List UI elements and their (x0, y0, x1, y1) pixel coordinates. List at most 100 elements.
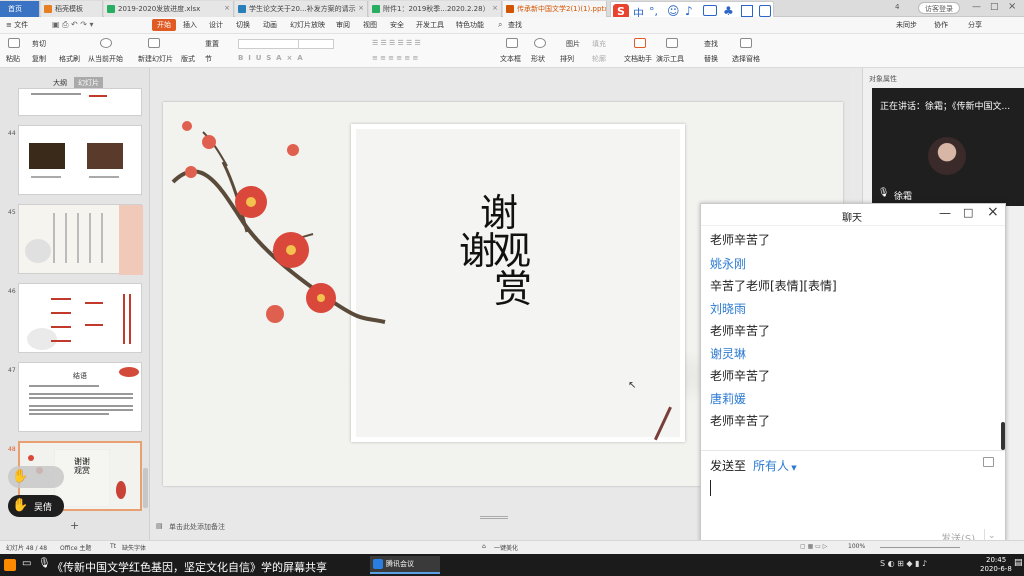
notes-splitter[interactable] (480, 516, 508, 519)
voice-icon[interactable]: ♪ (685, 4, 693, 18)
picture-button[interactable]: 图片 (566, 39, 580, 49)
present-tools-button[interactable]: 演示工具 (656, 54, 684, 64)
tab-docer[interactable]: 稻壳模板 (41, 1, 103, 17)
maximize-icon[interactable]: □ (963, 206, 973, 219)
close-icon[interactable]: × (358, 4, 364, 12)
layout-button[interactable]: 版式 (181, 54, 195, 64)
beautify-button[interactable]: 一键美化 (494, 543, 518, 552)
raise-hand-indicator[interactable]: ✋ (8, 466, 64, 488)
slide-title-line1[interactable]: 谢 (480, 194, 518, 232)
tab-pptx-active[interactable]: 传承新中国文学2(1)(1).pptx (503, 1, 607, 17)
present-tools-icon[interactable] (666, 38, 678, 48)
menu-review[interactable]: 审阅 (336, 20, 350, 30)
screenshot-icon[interactable] (983, 457, 994, 467)
textbox-icon[interactable] (506, 38, 518, 48)
outline-button[interactable]: 轮廓 (592, 54, 606, 64)
close-icon[interactable]: × (224, 4, 230, 12)
close-icon[interactable]: × (492, 4, 498, 12)
slide-thumbnail[interactable] (18, 283, 142, 353)
chat-input[interactable] (709, 478, 997, 522)
menu-developer[interactable]: 开发工具 (416, 20, 444, 30)
menu-features[interactable]: 特色功能 (456, 20, 484, 30)
tab-doc[interactable]: 学生论文关于20...补发方案的请示 × (235, 1, 368, 17)
doc-assistant-icon[interactable] (634, 38, 646, 48)
slide-thumbnail[interactable]: 结语 (18, 362, 142, 432)
login-button[interactable]: 访客登录 (918, 2, 960, 14)
paste-button[interactable]: 粘贴 (6, 54, 20, 64)
select-pane-button[interactable]: 选择窗格 (732, 54, 760, 64)
menu-start[interactable]: 开始 (152, 19, 176, 31)
recipient-select[interactable]: 所有人 ▼ (753, 457, 797, 474)
tab-xlsx[interactable]: 2019-2020发放进度.xlsx × (104, 1, 234, 17)
zoom-level[interactable]: 100% (848, 543, 865, 550)
add-slide-icon[interactable]: + (70, 519, 79, 532)
quick-access-icons[interactable]: ▣ ⎙ ↶ ↷ ▾ (52, 20, 94, 30)
slide-thumbnail[interactable] (18, 125, 142, 195)
notification-icon[interactable]: ▤ (1014, 558, 1023, 568)
new-slide-button[interactable]: 新建幻灯片 (138, 54, 173, 64)
toolbox-icon[interactable] (741, 5, 753, 17)
taskbar-app[interactable]: 腾讯会议 (370, 556, 440, 574)
object-properties-label[interactable]: 对象属性 (869, 74, 897, 84)
copy-button[interactable]: 复制 (32, 54, 46, 64)
doc-assistant-button[interactable]: 文档助手 (624, 54, 652, 64)
new-slide-icon[interactable] (148, 38, 160, 48)
keyboard-icon[interactable] (703, 5, 717, 16)
search-icon[interactable]: ⌕ (498, 20, 502, 30)
menu-search[interactable]: 查找 (508, 20, 522, 30)
panel-scrollbar[interactable] (143, 468, 148, 508)
cut-button[interactable]: 剪切 (32, 39, 46, 49)
slide-thumbnail[interactable] (18, 88, 142, 116)
menu-slideshow[interactable]: 幻灯片放映 (290, 20, 325, 30)
text-format-icons[interactable]: B I U S A × A (238, 54, 303, 62)
paste-icon[interactable] (8, 38, 20, 48)
sync-status[interactable]: 未同步 (896, 20, 917, 30)
menu-transition[interactable]: 切换 (236, 20, 250, 30)
chat-scrollbar[interactable] (1001, 422, 1005, 450)
fill-button[interactable]: 填充 (592, 39, 606, 49)
select-pane-icon[interactable] (740, 38, 752, 48)
menu-view[interactable]: 视图 (363, 20, 377, 30)
tab-home[interactable]: 首页 (0, 1, 40, 17)
notes-placeholder[interactable]: 单击此处添加备注 (169, 522, 225, 532)
reset-button[interactable]: 重置 (205, 39, 219, 49)
zoom-slider[interactable] (880, 547, 960, 548)
slide-title-line3[interactable]: 赏 (494, 270, 532, 308)
share-button[interactable]: 分享 (968, 20, 982, 30)
close-icon[interactable]: × (1008, 1, 1016, 12)
skin-icon[interactable]: ♣ (723, 4, 734, 18)
emoji-icon[interactable]: ☺ (667, 4, 680, 18)
monitor-icon[interactable]: ▭ (22, 558, 31, 569)
menu-security[interactable]: 安全 (390, 20, 404, 30)
minimize-icon[interactable]: — (939, 206, 951, 220)
maximize-icon[interactable]: □ (990, 2, 999, 12)
from-current-button[interactable]: 从当前开始 (88, 54, 123, 64)
menu-design[interactable]: 设计 (209, 20, 223, 30)
textbox-button[interactable]: 文本框 (500, 54, 521, 64)
arrange-button[interactable]: 排列 (560, 54, 574, 64)
tab-outline[interactable]: 大纲 (53, 78, 67, 88)
view-mode-icons[interactable]: ▢ ▦ ▭ ▷ (800, 543, 827, 550)
shape-icon[interactable] (534, 38, 546, 48)
raise-hand-badge[interactable]: ✋ 吴倩 (8, 495, 64, 517)
align-icons[interactable]: ≡ ≡ ≡ ≡ ≡ ≡ (372, 54, 418, 62)
replace-button[interactable]: 替换 (704, 54, 718, 64)
close-icon[interactable]: × (987, 204, 999, 220)
settings-grid-icon[interactable] (759, 5, 771, 17)
mic-icon[interactable]: 🎙 (38, 558, 51, 569)
menu-file[interactable]: ≡ 文件 (6, 20, 28, 30)
find-button[interactable]: 查找 (704, 39, 718, 49)
font-size-select[interactable] (298, 39, 334, 49)
section-button[interactable]: 节 (205, 54, 212, 64)
collab-button[interactable]: 协作 (934, 20, 948, 30)
slide-thumbnail[interactable] (18, 204, 143, 275)
slide-title-line2[interactable]: 谢观 (459, 232, 531, 270)
minimize-icon[interactable]: — (972, 2, 981, 12)
missing-font-button[interactable]: 缺失字体 (122, 543, 146, 552)
menu-insert[interactable]: 插入 (183, 20, 197, 30)
tray-icons[interactable]: S ◐ ⊞ ◆ ▮ ♪ (880, 559, 927, 568)
shape-button[interactable]: 形状 (531, 54, 545, 64)
tab-attachment[interactable]: 附件1：2019秋季...2020.2.28） × (369, 1, 502, 17)
paragraph-icons[interactable]: ☰ ☰ ☰ ☰ ☰ ☰ (372, 39, 421, 47)
format-painter-button[interactable]: 格式刷 (59, 54, 80, 64)
